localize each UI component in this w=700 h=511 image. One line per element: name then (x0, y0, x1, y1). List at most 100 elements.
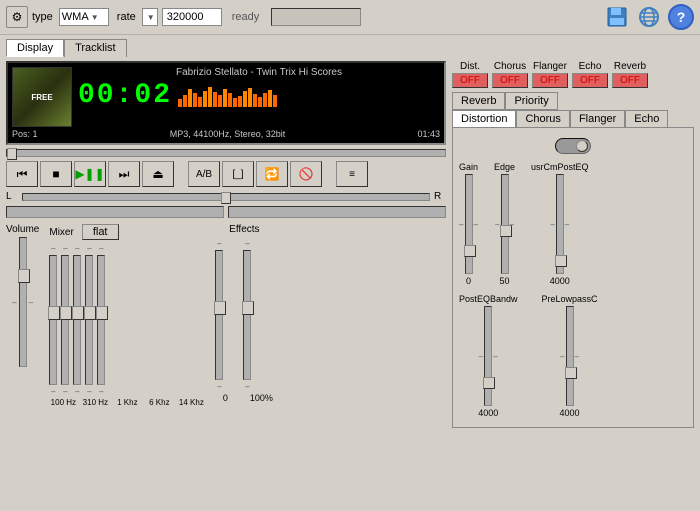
pre-slider[interactable] (566, 306, 574, 406)
volume-group: Volume – – (6, 224, 39, 367)
tab-display[interactable]: Display (6, 39, 64, 57)
mixer-handle-4[interactable] (84, 306, 96, 320)
mixer-slider-4[interactable] (85, 255, 93, 385)
type-dropdown[interactable]: WMA ▼ (59, 8, 109, 26)
post-group: PostEQBandw – – 4000 (459, 294, 518, 418)
tab-reverb[interactable]: Reverb (452, 92, 505, 110)
reverb-off-btn[interactable]: OFF (612, 73, 648, 88)
post-slider[interactable] (484, 306, 492, 406)
mixer-header: Mixer flat (49, 224, 118, 240)
effects-label: Effects (215, 224, 273, 235)
flanger-label: Flanger (533, 61, 567, 72)
tab-priority[interactable]: Priority (505, 92, 557, 110)
mixer-slider-1[interactable] (49, 255, 57, 385)
dist-off-btn[interactable]: OFF (452, 73, 488, 88)
pre-group: PreLowpassC – – 4000 (542, 294, 598, 418)
progress-bar (271, 8, 361, 26)
speed-value-label: 100% (249, 393, 273, 403)
fx-inner-tabs: Distortion Chorus Flanger Echo (452, 110, 694, 128)
gain-slider[interactable] (465, 174, 473, 274)
spectrum-bar (213, 92, 217, 107)
toggle-knob (576, 140, 588, 152)
speed-handle[interactable] (242, 301, 254, 315)
mixer-slider-5[interactable] (97, 255, 105, 385)
hslider-right[interactable] (228, 206, 446, 218)
repeat-button[interactable]: 🔁 (256, 161, 288, 187)
type-dropdown-arrow: ▼ (91, 13, 99, 22)
mixer-slider-2[interactable] (61, 255, 69, 385)
mixer-handle-5[interactable] (96, 306, 108, 320)
chorus-label: Chorus (494, 61, 526, 72)
speed-slider[interactable] (243, 250, 251, 380)
effects-section: Effects – – – – (215, 224, 273, 403)
usr-label: usrCmPostEQ (531, 162, 589, 172)
tab-distortion[interactable]: Distortion (452, 110, 516, 127)
usr-slider[interactable] (556, 174, 564, 274)
usr-handle[interactable] (555, 255, 567, 267)
pitch-handle[interactable] (214, 301, 226, 315)
mixer-handle-2[interactable] (60, 306, 72, 320)
spectrum-bar (218, 95, 222, 107)
hslider-left[interactable] (6, 206, 224, 218)
rate-dropdown[interactable]: ▼ (142, 8, 158, 26)
reverb-group: Reverb OFF (612, 61, 648, 88)
spectrum-bar (208, 87, 212, 107)
tab-chorus[interactable]: Chorus (516, 110, 569, 127)
balance-row: L R (6, 191, 446, 202)
help-button[interactable]: ? (668, 4, 694, 30)
save-icon[interactable] (604, 4, 630, 30)
mixer-slider-3[interactable] (73, 255, 81, 385)
tab-tracklist[interactable]: Tracklist (64, 39, 127, 57)
rate-label: rate (117, 11, 136, 23)
prev-button[interactable]: ⏮ (6, 161, 38, 187)
menu-button[interactable]: ≡ (336, 161, 368, 187)
tab-echo[interactable]: Echo (625, 110, 668, 127)
pitch-slider[interactable] (215, 250, 223, 380)
web-icon[interactable] (636, 4, 662, 30)
flanger-off-btn[interactable]: OFF (532, 73, 568, 88)
fx-sliders-top: Gain – – 0 Edge – (459, 162, 687, 286)
edge-slider[interactable] (501, 174, 509, 274)
edge-handle[interactable] (500, 225, 512, 237)
gain-handle[interactable] (464, 245, 476, 257)
duration-label: 01:43 (417, 129, 440, 139)
ab-button[interactable]: A/B (188, 161, 220, 187)
volume-slider[interactable] (19, 237, 27, 367)
settings-icon[interactable]: ⚙ (6, 6, 28, 28)
next-button[interactable]: ⏭ (108, 161, 140, 187)
ab2-button[interactable]: [_] (222, 161, 254, 187)
fx-buttons: Dist. OFF Chorus OFF Flanger OFF Echo OF… (452, 61, 694, 88)
chorus-off-btn[interactable]: OFF (492, 73, 528, 88)
spectrum-bar (263, 93, 267, 107)
pre-handle[interactable] (565, 367, 577, 379)
mixer-handle-1[interactable] (48, 306, 60, 320)
position-label: Pos: 1 (12, 129, 38, 139)
seek-bar[interactable] (6, 149, 446, 157)
post-val: 4000 (478, 408, 498, 418)
volume-handle[interactable] (18, 269, 30, 283)
spectrum-bar (238, 96, 242, 107)
play-pause-button[interactable]: ▶❚❚ (74, 161, 106, 187)
spectrum-bar (198, 97, 202, 107)
echo-off-btn[interactable]: OFF (572, 73, 608, 88)
seek-handle[interactable] (7, 148, 17, 160)
chorus-group: Chorus OFF (492, 61, 528, 88)
player-info: Fabrizio Stellato - Twin Trix Hi Scores … (78, 67, 440, 111)
eject-button[interactable]: ⏏ (142, 161, 174, 187)
balance-handle[interactable] (221, 192, 231, 204)
seek-bar-container[interactable] (6, 149, 446, 157)
right-panel: Dist. OFF Chorus OFF Flanger OFF Echo OF… (452, 61, 694, 428)
tab-flanger[interactable]: Flanger (570, 110, 625, 127)
spectrum-bar (183, 95, 187, 107)
balance-track[interactable] (22, 193, 430, 201)
player-top: FREE Fabrizio Stellato - Twin Trix Hi Sc… (12, 67, 440, 127)
freq-100hz: 100 Hz (49, 398, 77, 407)
spectrum (178, 87, 277, 107)
no-button[interactable]: 🚫 (290, 161, 322, 187)
bottom-section: Volume – – Mixer flat – (6, 224, 446, 407)
stop-button[interactable]: ■ (40, 161, 72, 187)
mixer-handle-3[interactable] (72, 306, 84, 320)
post-handle[interactable] (483, 377, 495, 389)
distortion-toggle[interactable] (555, 138, 591, 154)
flat-button[interactable]: flat (82, 224, 119, 240)
